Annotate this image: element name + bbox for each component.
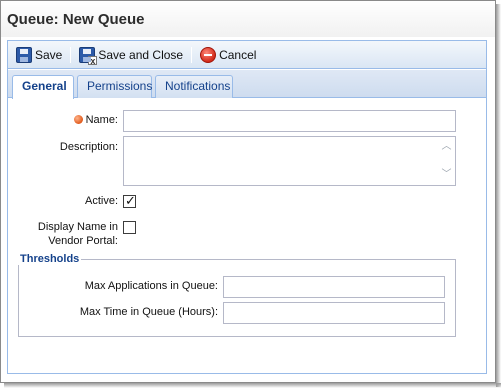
toolbar-separator <box>70 46 72 63</box>
queue-dialog: Queue: New Queue Save x Save and Close C… <box>0 0 496 383</box>
max-applications-input[interactable] <box>223 276 445 298</box>
tab-notifications[interactable]: Notifications <box>155 75 233 98</box>
cancel-icon <box>200 46 217 63</box>
save-and-close-button[interactable]: x Save and Close <box>76 44 186 66</box>
max-applications-label: Max Applications in Queue: <box>84 280 218 292</box>
general-form: Name: Description: ︿ ﹀ Active: ✓ Display… <box>8 99 486 373</box>
description-textarea[interactable]: ︿ ﹀ <box>123 136 456 186</box>
floppy-disk-icon <box>16 46 32 63</box>
thresholds-legend: Thresholds <box>18 253 82 265</box>
toolbar: Save x Save and Close Cancel <box>8 41 486 69</box>
display-name-checkbox[interactable] <box>123 221 136 234</box>
required-dot-icon <box>73 115 83 124</box>
active-label: Active: <box>84 195 118 207</box>
display-name-label-line1: Display Name in <box>37 221 118 233</box>
tab-permissions[interactable]: Permissions <box>77 75 152 98</box>
queue-panel: Save x Save and Close Cancel General Per… <box>7 40 487 374</box>
display-name-label: Display Name in Vendor Portal: <box>18 220 118 248</box>
name-input[interactable] <box>123 110 456 132</box>
toolbar-separator <box>191 46 193 63</box>
thresholds-fieldset <box>18 259 456 337</box>
cancel-button[interactable]: Cancel <box>197 44 259 66</box>
max-time-input[interactable] <box>223 302 445 324</box>
check-icon: ✓ <box>125 193 136 208</box>
tab-strip: General Permissions Notifications <box>8 70 486 99</box>
window-shadow-right <box>496 4 501 387</box>
scroll-up-icon[interactable]: ︿ <box>439 140 454 154</box>
active-checkbox[interactable]: ✓ <box>123 193 136 208</box>
dialog-title: Queue: New Queue <box>7 11 145 28</box>
max-time-label: Max Time in Queue (Hours): <box>79 306 218 318</box>
floppy-disk-close-icon: x <box>79 46 98 65</box>
cancel-button-label: Cancel <box>219 47 257 62</box>
description-label: Description: <box>59 141 118 153</box>
scroll-down-icon[interactable]: ﹀ <box>439 168 454 182</box>
save-button-label: Save <box>35 47 63 62</box>
display-name-label-line2: Vendor Portal: <box>48 235 118 247</box>
save-button[interactable]: Save <box>13 44 65 66</box>
save-and-close-button-label: Save and Close <box>98 47 184 62</box>
name-label-text: Name: <box>85 114 118 126</box>
tab-general[interactable]: General <box>12 75 74 99</box>
dialog-header: Queue: New Queue <box>1 1 495 37</box>
window-shadow-bottom <box>4 383 501 388</box>
name-label: Name: <box>48 114 118 126</box>
